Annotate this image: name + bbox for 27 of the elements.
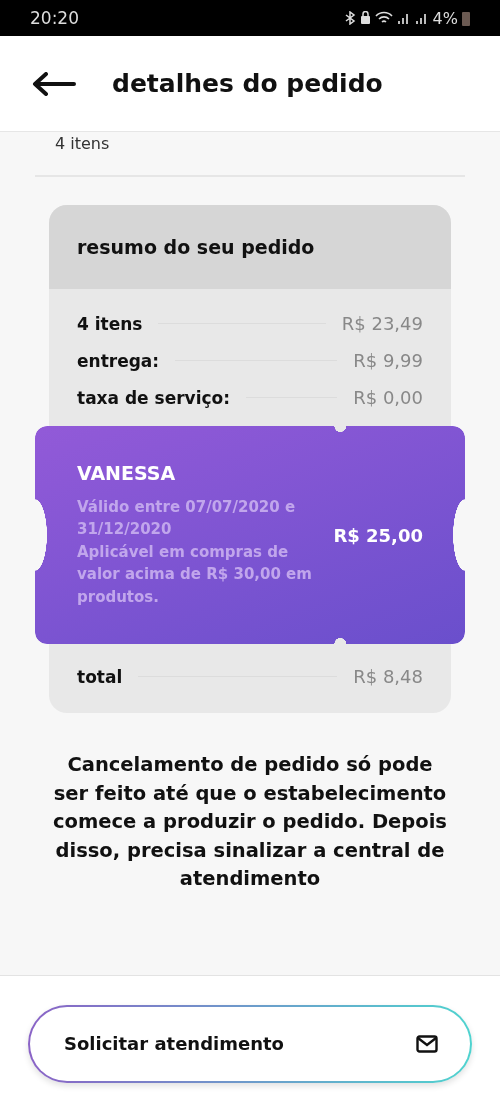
total-label: total — [77, 666, 123, 687]
summary-label: 4 itens — [77, 313, 143, 334]
summary-value: R$ 23,49 — [341, 313, 423, 334]
bluetooth-icon — [343, 11, 356, 25]
summary-label: taxa de serviço: — [77, 387, 231, 408]
support-button[interactable]: Solicitar atendimento — [28, 1004, 472, 1083]
mail-icon — [416, 1034, 438, 1053]
coupon-details: Aplicável em compras de valor acima de R$ 30,00 em produtos. — [77, 541, 313, 608]
wifi-icon — [374, 11, 393, 25]
summary-title: resumo do seu pedido — [77, 236, 315, 258]
battery-icon — [462, 10, 470, 26]
coupon-value: R$ 25,00 — [333, 524, 423, 546]
signal-icon — [414, 11, 429, 25]
back-arrow-icon[interactable] — [32, 71, 76, 96]
summary-value: R$ 9,99 — [353, 350, 423, 371]
cancellation-notice: Cancelamento de pedido só pode ser feito até que o estabelecimento comece a produzir o pedido. Depois disso, precisa sinalizar a central de atendimento — [52, 752, 448, 892]
total-value: R$ 8,48 — [353, 666, 423, 687]
coupon-details: Válido entre 07/07/2020 e 31/12/2020 — [77, 496, 297, 541]
signal-icon — [396, 11, 411, 25]
coupon-code: VANESSA — [77, 461, 177, 484]
page-title: detalhes do pedido — [112, 69, 383, 98]
battery-level: 4% — [432, 8, 458, 28]
item-count: 4 itens — [35, 134, 465, 177]
summary-value: R$ 0,00 — [353, 387, 423, 408]
status-time: 20:20 — [30, 8, 79, 28]
summary-label: entrega: — [77, 350, 160, 371]
lock-icon — [359, 11, 371, 25]
